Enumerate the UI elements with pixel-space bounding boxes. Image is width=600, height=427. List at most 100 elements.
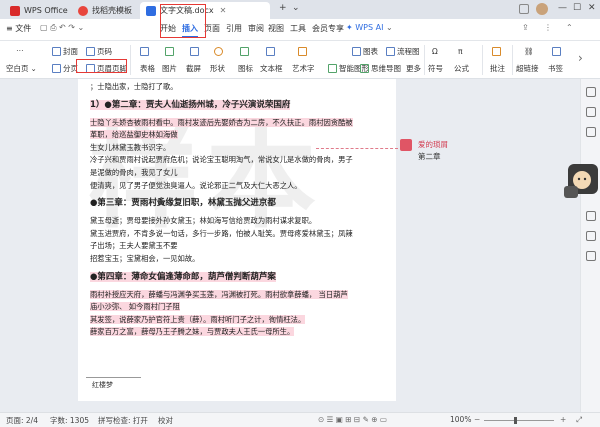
cover-button[interactable]: 封面 bbox=[52, 46, 78, 57]
section-break-button[interactable]: 分页 bbox=[52, 63, 78, 74]
shape-button[interactable]: 形状 bbox=[210, 63, 225, 74]
line-text: 革职，给巡盐御史林如海做 bbox=[90, 130, 178, 140]
tab-wps-office[interactable]: WPS Office bbox=[4, 2, 74, 19]
page-number-icon bbox=[86, 47, 95, 56]
zoom-level[interactable]: 100% bbox=[450, 415, 471, 424]
document-page[interactable]: 样本 ；士隐出家，士隐打了歌。 1）●第二章：贾夫人仙逝扬州城，冷子兴演说荣国府士… bbox=[78, 79, 396, 401]
formula-button[interactable]: 公式 bbox=[454, 63, 469, 74]
document-icon bbox=[146, 5, 156, 16]
location-icon[interactable] bbox=[586, 127, 596, 137]
flowchart-button[interactable]: 流程图 bbox=[386, 46, 420, 57]
new-tab-button[interactable]: + bbox=[279, 3, 287, 13]
style-icon[interactable] bbox=[586, 107, 596, 117]
symbol-button[interactable]: 符号 bbox=[428, 63, 443, 74]
line-text: 雨村补授应天府，薛蟠与冯渊争买玉莲，冯渊被打死。雨村欲拿薛蟠， 当日葫芦 bbox=[90, 289, 348, 299]
template-icon bbox=[78, 5, 88, 16]
shape-icon bbox=[214, 47, 223, 56]
formula-icon: π bbox=[458, 47, 463, 56]
bookmark-icon bbox=[552, 47, 561, 56]
zoom-slider-track[interactable] bbox=[484, 420, 554, 421]
fullscreen-icon[interactable]: ⤢ bbox=[576, 415, 582, 425]
wps-ai-button[interactable]: ✦ WPS AI bbox=[346, 23, 383, 32]
document-line: 庙小沙弥、 如今雨村门子阻 bbox=[90, 301, 390, 312]
comment-panel-icon[interactable] bbox=[586, 251, 596, 261]
tab-document[interactable]: 文字文稿.docx ✕ bbox=[140, 2, 270, 19]
screenshot-button[interactable]: 截屏 bbox=[186, 63, 201, 74]
page-number-button[interactable]: 页码 bbox=[86, 46, 112, 57]
tab-template[interactable]: 找稻壳模板 bbox=[72, 2, 138, 19]
close-window-button[interactable]: ✕ bbox=[588, 3, 596, 13]
zoom-slider-handle[interactable] bbox=[514, 417, 517, 424]
hyperlink-label: 超链接 bbox=[516, 64, 539, 73]
word-count[interactable]: 字数: 1305 bbox=[50, 415, 89, 426]
close-tab-icon[interactable]: ✕ bbox=[220, 6, 227, 15]
footnote-separator bbox=[86, 377, 141, 378]
more-icon[interactable]: ⋮ bbox=[544, 23, 552, 32]
menu-view[interactable]: 视图 bbox=[268, 23, 284, 34]
share-icon[interactable]: ⇪ bbox=[522, 23, 529, 32]
mindmap-label: 思维导图 bbox=[371, 64, 401, 73]
menu-bar: ≡ 文件 ▢ ⎙ ↶ ↷ ⌄ 开始 插入 页面 引用 审阅 视图 工具 会员专享… bbox=[0, 19, 600, 41]
doc-tools-icon[interactable] bbox=[586, 211, 596, 221]
file-menu[interactable]: ≡ 文件 bbox=[6, 23, 31, 34]
menu-tools[interactable]: 工具 bbox=[290, 23, 306, 34]
flowchart-label: 流程图 bbox=[397, 47, 420, 56]
ribbon-collapse-icon[interactable]: ⌄ bbox=[386, 23, 393, 32]
table-button[interactable]: 表格 bbox=[140, 63, 155, 74]
document-heading: ●第四章：薄命女偏逢薄命郎，葫芦僧判断葫芦案 bbox=[90, 271, 390, 284]
maximize-button[interactable]: ☐ bbox=[573, 3, 581, 13]
art-text-button[interactable]: 艺术字 bbox=[292, 63, 315, 74]
view-mode-icons[interactable]: ⊙ ☰ ▣ ⊞ ⊟ ✎ ⊕ ▭ bbox=[318, 415, 387, 424]
zoom-in-button[interactable]: + bbox=[560, 415, 566, 424]
tab-label: 文字文稿.docx bbox=[160, 6, 214, 15]
navigation-icon[interactable] bbox=[586, 87, 596, 97]
menu-page[interactable]: 页面 bbox=[204, 23, 220, 34]
menu-reference[interactable]: 引用 bbox=[226, 23, 242, 34]
line-text: 是泥做的骨肉，我见了女儿 bbox=[90, 168, 178, 177]
menu-member[interactable]: 会员专享 bbox=[312, 23, 344, 34]
share-panel-icon[interactable] bbox=[586, 231, 596, 241]
ribbon-more-left[interactable]: ⋯ bbox=[16, 46, 24, 55]
header-footer-button[interactable]: 页眉页脚 bbox=[86, 63, 127, 74]
proofread-button[interactable]: 校对 bbox=[158, 415, 173, 426]
line-text: 冷子兴和贾雨村说起贾府危机；说论宝玉聪明淘气，常说女儿是水做的骨肉，男子 bbox=[90, 155, 353, 165]
art-text-label: 艺术字 bbox=[292, 64, 315, 73]
mascot-widget[interactable] bbox=[562, 156, 600, 208]
collapse-icon[interactable]: ⌃ bbox=[566, 23, 573, 32]
textbox-button[interactable]: 文本框 bbox=[260, 63, 283, 74]
line-text: 庙小沙弥、 如今雨村门子阻 bbox=[90, 302, 180, 312]
zoom-out-button[interactable]: − bbox=[474, 415, 480, 424]
comment-label: 批注 bbox=[490, 64, 505, 73]
quick-tools-icon[interactable]: ▢ ⎙ ↶ ↷ ⌄ bbox=[40, 23, 84, 33]
page-count[interactable]: 页面: 2/4 bbox=[6, 415, 38, 426]
image-button[interactable]: 图片 bbox=[162, 63, 177, 74]
menu-review[interactable]: 审阅 bbox=[248, 23, 264, 34]
avatar[interactable] bbox=[536, 3, 548, 15]
menu-insert[interactable]: 插入 bbox=[182, 23, 198, 38]
screenshot-icon bbox=[190, 47, 199, 56]
title-bar: WPS Office 找稻壳模板 文字文稿.docx ✕ + ⌄ — ☐ ✕ bbox=[0, 0, 600, 19]
mindmap-button[interactable]: 思维导图 bbox=[360, 63, 401, 74]
comment-balloon[interactable]: 爱的琐屑 第二章 bbox=[398, 137, 478, 163]
hyperlink-button[interactable]: 超链接 bbox=[516, 63, 539, 74]
footnote: 红楼梦 bbox=[92, 381, 113, 389]
minimize-button[interactable]: — bbox=[558, 3, 567, 13]
layout-icon[interactable] bbox=[519, 4, 529, 14]
bookmark-button[interactable]: 书签 bbox=[548, 63, 563, 74]
comment-button[interactable]: 批注 bbox=[490, 63, 505, 74]
comment-connector bbox=[316, 148, 398, 149]
chart-button[interactable]: 图表 bbox=[352, 46, 378, 57]
line-text: 黛玉母逝；贾母要接外孙女黛玉；林如海写信给贾政为雨村谋求复职。 bbox=[90, 216, 317, 226]
image-label: 图片 bbox=[162, 64, 177, 73]
blank-page-label: 空白页 bbox=[6, 64, 29, 73]
tab-list-button[interactable]: ⌄ bbox=[292, 3, 300, 13]
ribbon-scroll-right[interactable]: › bbox=[578, 51, 583, 65]
ribbon-separator bbox=[512, 45, 513, 75]
more-button[interactable]: 更多 bbox=[406, 63, 421, 74]
comment-avatar bbox=[400, 139, 412, 151]
line-text: 生女儿林黛玉教书识字。 bbox=[90, 142, 171, 152]
menu-start[interactable]: 开始 bbox=[160, 23, 176, 34]
blank-page-button[interactable]: 空白页 ⌄ bbox=[6, 63, 37, 74]
spell-check-status[interactable]: 拼写检查: 打开 bbox=[98, 415, 148, 426]
icon-button[interactable]: 图标 bbox=[238, 63, 253, 74]
